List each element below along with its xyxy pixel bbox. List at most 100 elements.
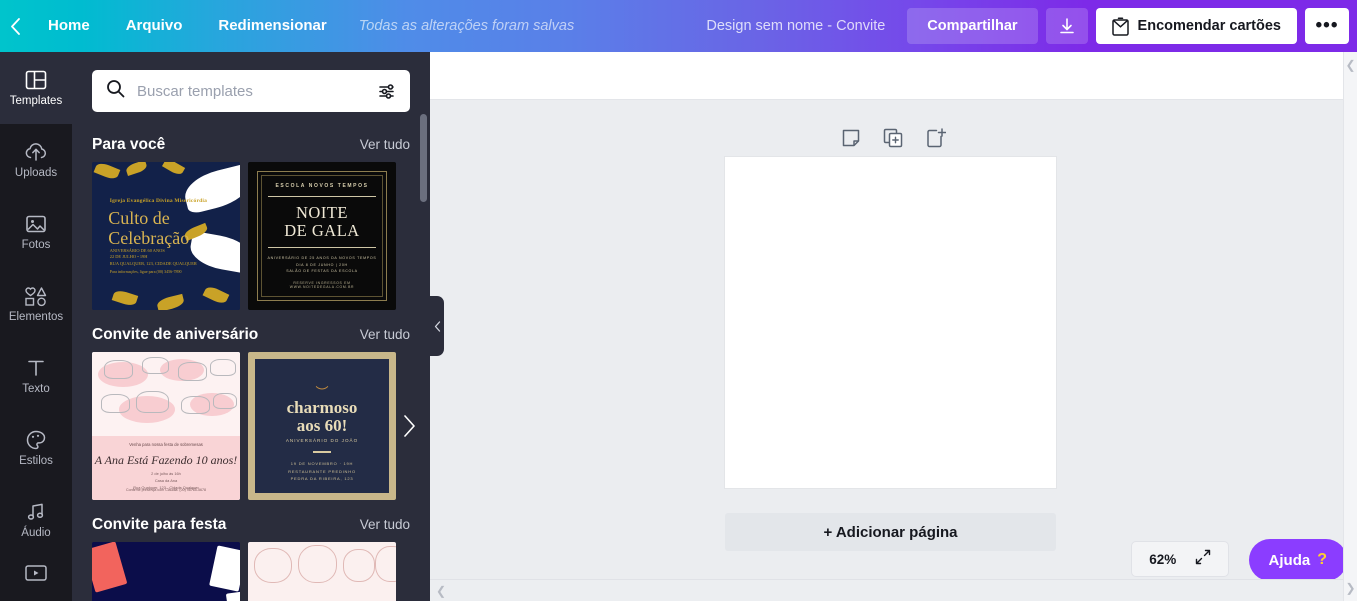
horizontal-scroll-strip[interactable]: ❮ ❯ (430, 579, 1357, 601)
shapes-icon (23, 285, 49, 307)
search-area (72, 52, 430, 120)
scroll-down-icon[interactable]: ❯ (1345, 581, 1355, 595)
add-page-button[interactable]: + Adicionar página (725, 513, 1056, 551)
document-name[interactable]: Design sem nome - Convite (706, 18, 907, 34)
save-status-text: Todas as alterações foram salvas (358, 18, 575, 34)
sticky-note-icon[interactable] (841, 128, 861, 148)
template-thumb-festa-2[interactable] (248, 542, 396, 601)
section-header-festa: Convite para festa Ver tudo (72, 500, 430, 542)
sidebar-item-fotos[interactable]: Fotos (0, 196, 72, 268)
file-menu-item[interactable]: Arquivo (108, 0, 201, 52)
editor-canvas-area: + Adicionar página 62% Ajuda ? (430, 52, 1357, 601)
back-button[interactable] (0, 0, 30, 52)
vertical-scroll-strip[interactable]: ❮ ❯ (1343, 52, 1357, 601)
template-row-para-voce: Igreja Evangélica Divina Misericórdia Cu… (72, 162, 430, 310)
text-t-icon (26, 357, 46, 379)
editor-toolbar (430, 52, 1357, 100)
see-all-link[interactable]: Ver tudo (360, 327, 410, 342)
resize-menu-item[interactable]: Redimensionar (200, 0, 344, 52)
thumb-title-text: Culto de Celebração (108, 207, 190, 249)
expand-arrows-icon[interactable] (1195, 549, 1211, 570)
zoom-level-value: 62% (1149, 551, 1177, 567)
sidebar-item-templates[interactable]: Templates (0, 52, 72, 124)
search-box[interactable] (92, 70, 410, 112)
photo-icon (25, 213, 47, 235)
more-options-button[interactable]: ••• (1305, 8, 1349, 44)
zoom-control[interactable]: 62% (1131, 541, 1229, 577)
template-thumb-gala[interactable]: ESCOLA NOVOS TEMPOS NOITE DE GALA ANIVER… (248, 162, 396, 310)
scroll-left-icon[interactable]: ❮ (436, 584, 446, 598)
sidebar-label-uploads: Uploads (14, 166, 58, 179)
sidebar-label-elementos: Elementos (8, 310, 64, 323)
chevron-right-icon[interactable] (403, 415, 416, 437)
template-thumb-charmoso[interactable]: ︶ charmoso aos 60! ANIVERSÁRIO DO JOÃO 1… (248, 352, 396, 500)
section-title: Para você (92, 136, 166, 153)
thumb-title-text: charmoso aos 60! (286, 398, 358, 436)
thumb-footer-text: Confirme presença com Cláudia: (00) 9876… (126, 488, 206, 493)
template-thumb-festa-1[interactable] (92, 542, 240, 601)
panel-collapse-handle[interactable] (430, 296, 444, 356)
template-row-aniversario: Venha para nossa festa de sobremesas A A… (72, 352, 430, 500)
section-title: Convite de aniversário (92, 326, 259, 343)
download-icon (1059, 18, 1074, 34)
top-header-bar: Home Arquivo Redimensionar Todas as alte… (0, 0, 1357, 52)
sidebar-item-video[interactable] (0, 556, 72, 596)
share-button[interactable]: Compartilhar (907, 8, 1038, 44)
chevron-left-icon (434, 320, 440, 332)
thumb-footer-text: Para informações, ligue para (00) 3456-7… (109, 268, 182, 274)
thumb-footer-text: RESERVE INGRESSOS EM WWW.NOITEDEGALA.COM… (289, 280, 355, 289)
divider (268, 196, 376, 198)
thumb-org-text: ESCOLA NOVOS TEMPOS (275, 183, 369, 190)
section-title: Convite para festa (92, 516, 227, 533)
duplicate-page-icon[interactable] (883, 128, 904, 148)
divider (313, 451, 331, 454)
scroll-up-icon[interactable]: ❮ (1345, 58, 1355, 72)
sidebar-item-uploads[interactable]: Uploads (0, 124, 72, 196)
help-question-mark: ? (1317, 551, 1327, 568)
download-button[interactable] (1045, 8, 1088, 44)
help-label: Ajuda (1268, 551, 1311, 569)
video-icon (24, 564, 48, 582)
sidebar-label-estilos: Estilos (19, 454, 53, 467)
thumb-details-text: ANIVERSÁRIO DE 25 ANOS DA NOVOS TEMPOS D… (267, 256, 377, 273)
template-thumb-ana[interactable]: Venha para nossa festa de sobremesas A A… (92, 352, 240, 500)
see-all-link[interactable]: Ver tudo (360, 517, 410, 532)
canva-editor-window: Home Arquivo Redimensionar Todas as alte… (0, 0, 1357, 601)
sidebar-item-texto[interactable]: Texto (0, 340, 72, 412)
thumb-title-text: NOITE DE GALA (284, 203, 360, 241)
home-menu-item[interactable]: Home (30, 0, 108, 52)
order-cards-button[interactable]: Encomendar cartões (1095, 8, 1297, 44)
palette-icon (25, 429, 47, 451)
see-all-link[interactable]: Ver tudo (360, 137, 410, 152)
cloud-upload-icon (24, 141, 48, 163)
divider (268, 247, 376, 249)
thumb-org-text: Venha para nossa festa de sobremesas (129, 442, 203, 448)
music-note-icon (25, 501, 47, 523)
design-page-canvas[interactable] (725, 157, 1056, 488)
thumb-org-text: Igreja Evangélica Divina Misericórdia (109, 197, 208, 204)
template-thumb-culto[interactable]: Igreja Evangélica Divina Misericórdia Cu… (92, 162, 240, 310)
sidebar-label-templates: Templates (9, 94, 63, 107)
thumb-title-text: A Ana Está Fazendo 10 anos! (94, 452, 238, 467)
search-input[interactable] (125, 82, 379, 100)
sidebar-item-elementos[interactable]: Elementos (0, 268, 72, 340)
section-header-aniversario: Convite de aniversário Ver tudo (72, 310, 430, 352)
section-header-para-voce: Para você Ver tudo (72, 120, 430, 162)
order-cards-label: Encomendar cartões (1137, 18, 1281, 34)
search-icon (106, 79, 125, 103)
sidebar-item-audio[interactable]: Áudio (0, 484, 72, 556)
sliders-filter-icon[interactable] (379, 83, 398, 100)
thumb-footer-text: ANIVERSÁRIO DO JOÃO (285, 437, 359, 443)
thumb-details-text: 19 DE NOVEMBRO · 19H RESTAURANTE PREDINH… (288, 461, 356, 482)
sidebar-label-audio: Áudio (21, 526, 51, 539)
sidebar-item-estilos[interactable]: Estilos (0, 412, 72, 484)
layout-grid-icon (25, 69, 47, 91)
add-page-icon[interactable] (926, 128, 946, 148)
help-button[interactable]: Ajuda ? (1248, 539, 1347, 581)
sidebar-label-fotos: Fotos (21, 238, 51, 251)
templates-panel: Para você Ver tudo Igreja Evangélica Div… (72, 52, 430, 601)
panel-scrollbar-thumb[interactable] (420, 114, 427, 202)
envelope-icon (1111, 16, 1129, 36)
chevron-left-icon (10, 17, 20, 35)
thumb-details-text: ANIVERSÁRIO DE 60 ANOS 22 DE JULHO • 19H… (109, 247, 197, 267)
